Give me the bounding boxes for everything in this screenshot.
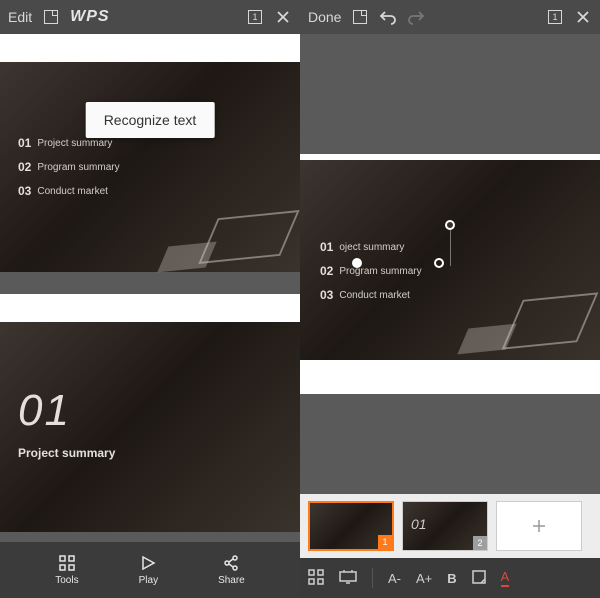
thumb-badge-2: 2 — [473, 536, 487, 550]
rslide-txt-1[interactable]: oject summary — [339, 242, 404, 253]
slide2-number: 01 — [18, 386, 282, 436]
right-slide-area: 01 oject summary 02 Program summary 03 Cond… — [300, 34, 600, 598]
bold-button[interactable]: B — [447, 571, 456, 586]
left-slide-area[interactable]: Recognize text 01 Project summary 02 Progr… — [0, 34, 300, 542]
wps-logo: WPS — [70, 8, 109, 26]
left-actionbar: Tools Play Share — [0, 542, 300, 598]
slide1-txt-2: Program summary — [37, 162, 119, 173]
font-increase-button[interactable]: A+ — [416, 571, 432, 586]
slide1-txt-3: Conduct market — [37, 186, 108, 197]
redo-icon[interactable] — [407, 8, 425, 26]
page-count-icon-r[interactable]: 1 — [546, 8, 564, 26]
save-icon[interactable] — [42, 8, 60, 26]
slide-2[interactable]: 01 Project summary — [0, 322, 300, 532]
slide1-txt-1: Project summary — [37, 138, 112, 149]
save-icon-r[interactable] — [351, 8, 369, 26]
editing-slide[interactable]: 01 oject summary 02 Program summary 03 Cond… — [300, 160, 600, 360]
font-color-button[interactable]: A — [501, 569, 510, 587]
format-toolbar: A- A+ B A — [300, 558, 600, 598]
slide1-num-3: 03 — [18, 184, 31, 198]
add-slide-button[interactable] — [496, 501, 582, 551]
selection-handle-right[interactable] — [434, 258, 444, 268]
right-topbar: Done 1 — [300, 0, 600, 34]
thumbnail-2[interactable]: 01 2 — [402, 501, 488, 551]
rslide-txt-2: Program summary — [339, 266, 421, 277]
play-button[interactable]: Play — [139, 542, 158, 598]
close-icon-r[interactable] — [574, 8, 592, 26]
left-topbar: Edit WPS 1 — [0, 0, 300, 34]
close-icon[interactable] — [274, 8, 292, 26]
share-button[interactable]: Share — [218, 542, 245, 598]
thumb-badge-1: 1 — [378, 535, 392, 549]
screen-icon[interactable] — [339, 570, 357, 587]
phone-graphic-2 — [157, 242, 216, 273]
phone-graphic — [198, 210, 299, 264]
edit-button[interactable]: Edit — [8, 9, 32, 25]
page-count-icon[interactable]: 1 — [246, 8, 264, 26]
tools-label: Tools — [55, 575, 78, 586]
rslide-num-1: 01 — [320, 240, 333, 254]
recognize-text-popup[interactable]: Recognize text — [86, 102, 215, 138]
thumbnail-strip: 1 01 2 — [300, 494, 600, 558]
font-decrease-button[interactable]: A- — [388, 571, 401, 586]
slide2-title: Project summary — [18, 446, 282, 460]
note-icon[interactable] — [472, 570, 486, 587]
rslide-txt-3: Conduct market — [339, 290, 410, 301]
play-label: Play — [139, 575, 158, 586]
done-button[interactable]: Done — [308, 9, 341, 25]
phone-graphic-r2 — [457, 324, 516, 355]
rotate-handle-icon[interactable] — [445, 220, 455, 230]
slide-1[interactable]: Recognize text 01 Project summary 02 Progr… — [0, 62, 300, 272]
rslide-num-3: 03 — [320, 288, 333, 302]
slide1-num-2: 02 — [18, 160, 31, 174]
slide1-num-1: 01 — [18, 136, 31, 150]
grid-icon[interactable] — [308, 569, 324, 588]
share-label: Share — [218, 575, 245, 586]
rslide-num-2: 02 — [320, 264, 333, 278]
undo-icon[interactable] — [379, 8, 397, 26]
thumbnail-1[interactable]: 1 — [308, 501, 394, 551]
tools-button[interactable]: Tools — [55, 542, 78, 598]
